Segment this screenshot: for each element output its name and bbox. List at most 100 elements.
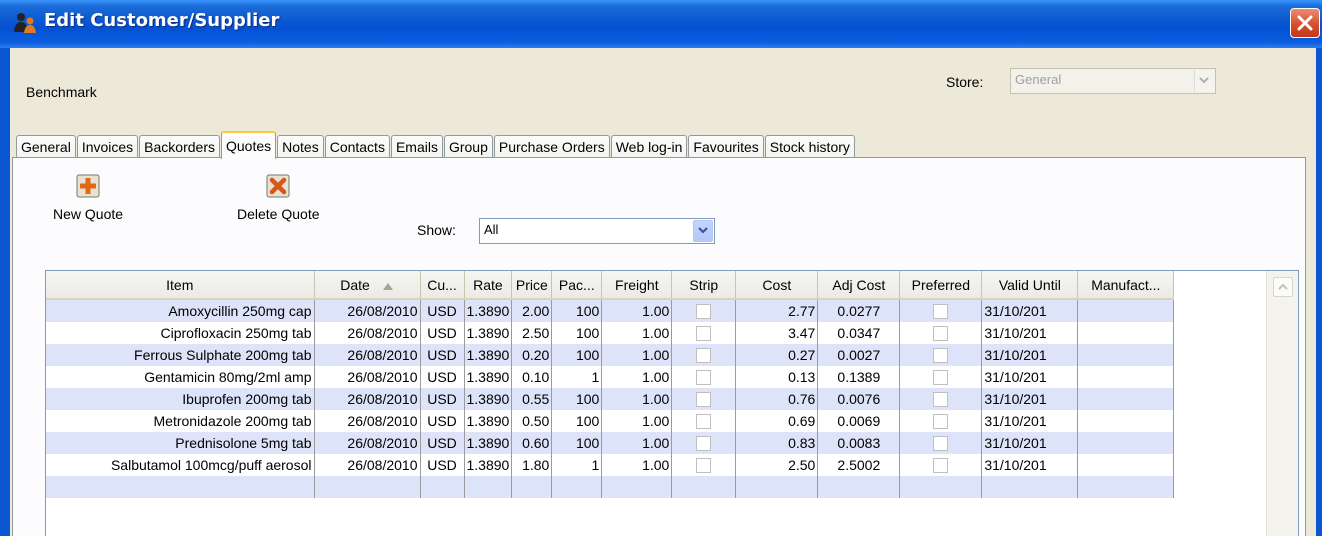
store-value: General <box>1015 72 1062 87</box>
table-row[interactable]: Gentamicin 80mg/2ml amp 26/08/2010 USD 1.38… <box>46 366 1175 388</box>
cell-date: 26/08/2010 <box>314 410 421 432</box>
cell-price: 0.50 <box>511 410 553 432</box>
quotes-grid: Item Date Cu... Rate Price Pac... Freigh… <box>46 271 1175 498</box>
table-row[interactable]: Ciprofloxacin 250mg tab 26/08/2010 USD 1.38… <box>46 322 1175 344</box>
vertical-scrollbar[interactable] <box>1266 271 1298 536</box>
cell-adj-cost: 0.0069 <box>817 410 901 432</box>
cell-cost: 0.27 <box>735 344 819 366</box>
tab-quotes[interactable]: Quotes <box>220 131 277 159</box>
table-row[interactable]: Amoxycillin 250mg cap 26/08/2010 USD 1.3890… <box>46 299 1175 322</box>
cell-freight: 1.00 <box>601 322 673 344</box>
preferred-checkbox[interactable] <box>933 326 949 342</box>
col-item[interactable]: Item <box>46 271 315 300</box>
empty-cell <box>601 476 673 498</box>
col-currency[interactable]: Cu... <box>420 271 465 300</box>
preferred-checkbox[interactable] <box>933 458 949 474</box>
tab-group[interactable]: Group <box>443 135 493 158</box>
preferred-checkbox[interactable] <box>933 392 949 408</box>
strip-checkbox[interactable] <box>696 348 712 364</box>
col-strip[interactable]: Strip <box>671 271 737 300</box>
cell-cu: USD <box>420 432 465 454</box>
tab-invoices[interactable]: Invoices <box>76 135 139 158</box>
cell-item: Ferrous Sulphate 200mg tab <box>46 344 315 366</box>
table-row-empty <box>46 476 1175 498</box>
tab-backorders[interactable]: Backorders <box>139 135 220 158</box>
tab-notes[interactable]: Notes <box>277 135 324 158</box>
close-button[interactable] <box>1290 8 1320 38</box>
cell-rate: 1.3890 <box>464 299 513 322</box>
delete-quote-button[interactable]: Delete Quote <box>237 174 320 222</box>
strip-checkbox[interactable] <box>696 304 712 320</box>
cell-cu: USD <box>420 410 465 432</box>
cell-rate: 1.3890 <box>464 344 513 366</box>
table-row[interactable]: Salbutamol 100mcg/puff aerosol 26/08/2010… <box>46 454 1175 476</box>
col-freight[interactable]: Freight <box>601 271 673 300</box>
show-select[interactable]: All <box>479 218 715 244</box>
cell-item: Metronidazole 200mg tab <box>46 410 315 432</box>
delete-icon <box>266 174 290 198</box>
customer-name: Benchmark <box>26 84 97 100</box>
cell-strip <box>671 432 737 454</box>
cell-valid-until: 31/10/201 <box>981 322 1079 344</box>
cell-cu: USD <box>420 322 465 344</box>
preferred-checkbox[interactable] <box>933 304 949 320</box>
title-bar[interactable]: Edit Customer/Supplier <box>0 0 1322 48</box>
cell-cost: 2.50 <box>735 454 819 476</box>
strip-checkbox[interactable] <box>696 392 712 408</box>
strip-checkbox[interactable] <box>696 414 712 430</box>
cell-pac: 1 <box>551 366 603 388</box>
col-manufacturer[interactable]: Manufact... <box>1077 271 1175 300</box>
new-quote-button[interactable]: New Quote <box>53 174 123 222</box>
preferred-checkbox[interactable] <box>933 348 949 364</box>
show-value: All <box>484 222 499 237</box>
col-preferred[interactable]: Preferred <box>899 271 983 300</box>
tab-contacts[interactable]: Contacts <box>324 135 390 158</box>
tab-emails[interactable]: Emails <box>390 135 443 158</box>
tab-purchase-orders[interactable]: Purchase Orders <box>493 135 610 158</box>
tab-web-log-in[interactable]: Web log-in <box>610 135 688 158</box>
cell-manufact <box>1077 299 1175 322</box>
col-pack[interactable]: Pac... <box>551 271 603 300</box>
quotes-table: Item Date Cu... Rate Price Pac... Freigh… <box>45 270 1299 536</box>
cell-pac: 100 <box>551 344 603 366</box>
cell-preferred <box>899 322 983 344</box>
strip-checkbox[interactable] <box>696 326 712 342</box>
col-valid-until[interactable]: Valid Until <box>981 271 1079 300</box>
table-row[interactable]: Metronidazole 200mg tab 26/08/2010 USD 1.38… <box>46 410 1175 432</box>
col-date[interactable]: Date <box>314 271 421 300</box>
preferred-checkbox[interactable] <box>933 414 949 430</box>
cell-cost: 3.47 <box>735 322 819 344</box>
cell-item: Prednisolone 5mg tab <box>46 432 315 454</box>
col-price[interactable]: Price <box>511 271 553 300</box>
strip-checkbox[interactable] <box>696 458 712 474</box>
cell-date: 26/08/2010 <box>314 366 421 388</box>
window-body: Benchmark Store: General General Invoice… <box>10 48 1316 536</box>
close-icon <box>1297 15 1313 31</box>
col-cost[interactable]: Cost <box>735 271 819 300</box>
chevron-down-icon <box>1194 70 1214 92</box>
col-rate[interactable]: Rate <box>464 271 513 300</box>
cell-preferred <box>899 388 983 410</box>
cell-rate: 1.3890 <box>464 432 513 454</box>
cell-manufact <box>1077 454 1175 476</box>
preferred-checkbox[interactable] <box>933 370 949 386</box>
cell-item: Gentamicin 80mg/2ml amp <box>46 366 315 388</box>
window-border-right <box>1316 48 1322 536</box>
cell-rate: 1.3890 <box>464 410 513 432</box>
tab-general[interactable]: General <box>16 135 76 158</box>
table-row[interactable]: Ibuprofen 200mg tab 26/08/2010 USD 1.3890 0.… <box>46 388 1175 410</box>
table-row[interactable]: Prednisolone 5mg tab 26/08/2010 USD 1.3890 0… <box>46 432 1175 454</box>
cell-preferred <box>899 344 983 366</box>
scroll-up-button[interactable] <box>1273 277 1293 297</box>
cell-cost: 2.77 <box>735 299 819 322</box>
tab-stock-history[interactable]: Stock history <box>764 135 855 158</box>
cell-manufact <box>1077 322 1175 344</box>
col-adj-cost[interactable]: Adj Cost <box>817 271 901 300</box>
strip-checkbox[interactable] <box>696 436 712 452</box>
preferred-checkbox[interactable] <box>933 436 949 452</box>
cell-item: Ibuprofen 200mg tab <box>46 388 315 410</box>
tab-favourites[interactable]: Favourites <box>688 135 764 158</box>
strip-checkbox[interactable] <box>696 370 712 386</box>
cell-freight: 1.00 <box>601 344 673 366</box>
table-row[interactable]: Ferrous Sulphate 200mg tab 26/08/2010 USD 1… <box>46 344 1175 366</box>
